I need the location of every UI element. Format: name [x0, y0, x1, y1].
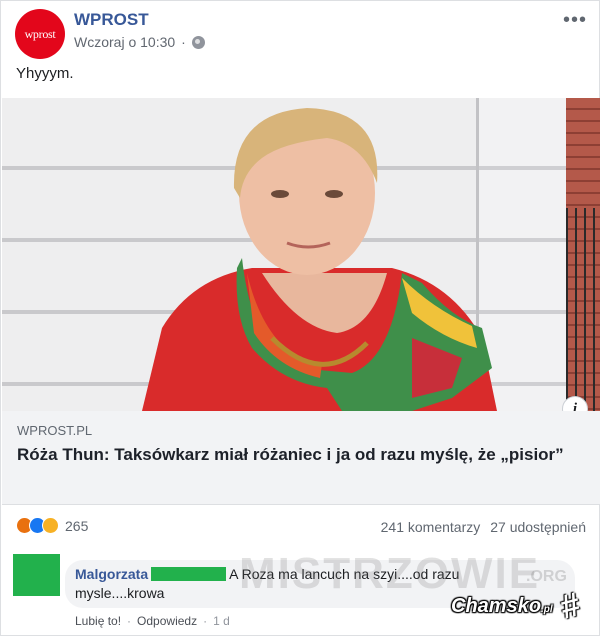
link-headline[interactable]: Róża Thun: Taksówkarz miał różaniec i ja… — [17, 444, 585, 466]
iron-fence — [566, 208, 596, 411]
comment-time[interactable]: 1 d — [213, 614, 230, 628]
post-text: Yhyyym. — [16, 65, 74, 82]
link-domain: WPROST.PL — [17, 423, 93, 438]
post-timestamp[interactable]: Wczoraj o 10:30 — [74, 34, 175, 50]
globe-icon — [191, 35, 205, 49]
post-header: wprost WPROST Wczoraj o 10:30 · ••• — [15, 9, 587, 59]
comment-actions: Lubię to! · Odpowiedz · 1 d — [75, 614, 230, 628]
chamsko-watermark-text: Chamsko — [451, 595, 542, 617]
haha-reaction-icon — [42, 517, 59, 534]
comments-count[interactable]: 241 komentarzy — [381, 519, 481, 535]
reaction-count: 265 — [65, 517, 89, 534]
chamsko-pl-text: .pl — [541, 604, 553, 615]
comment-author[interactable]: Malgorzata — [75, 566, 148, 582]
link-preview-image[interactable]: i — [2, 98, 600, 411]
avatar-logo-text: wprost — [24, 26, 56, 41]
mistrzowie-watermark: MISTRZOWIE — [239, 549, 541, 598]
post-meta: Wczoraj o 10:30 · — [74, 34, 205, 50]
person-photo — [142, 108, 497, 411]
like-comment-button[interactable]: Lubię to! — [75, 614, 121, 628]
reactions-summary[interactable]: 265 — [16, 517, 88, 534]
org-watermark: .ORG — [526, 568, 567, 585]
link-preview-meta[interactable]: WPROST.PL Róża Thun: Taksówkarz miał róż… — [2, 411, 600, 505]
more-options-icon[interactable]: ••• — [563, 9, 587, 32]
hash-logo-icon: # — [556, 585, 585, 627]
shares-count[interactable]: 27 udostępnień — [490, 519, 586, 535]
reply-comment-button[interactable]: Odpowiedz — [137, 614, 197, 628]
comment-avatar-redacted[interactable] — [13, 554, 60, 596]
redacted-name-block — [151, 567, 227, 581]
chamsko-watermark: Chamsko.pl — [451, 595, 553, 618]
page-avatar[interactable]: wprost — [15, 9, 65, 59]
comment-text-line2: mysle....krowa — [75, 585, 165, 601]
facebook-post: wprost WPROST Wczoraj o 10:30 · ••• Yhyy… — [0, 0, 600, 636]
post-stats: 241 komentarzy 27 udostępnień — [381, 519, 586, 535]
page-name-link[interactable]: WPROST — [74, 10, 149, 30]
